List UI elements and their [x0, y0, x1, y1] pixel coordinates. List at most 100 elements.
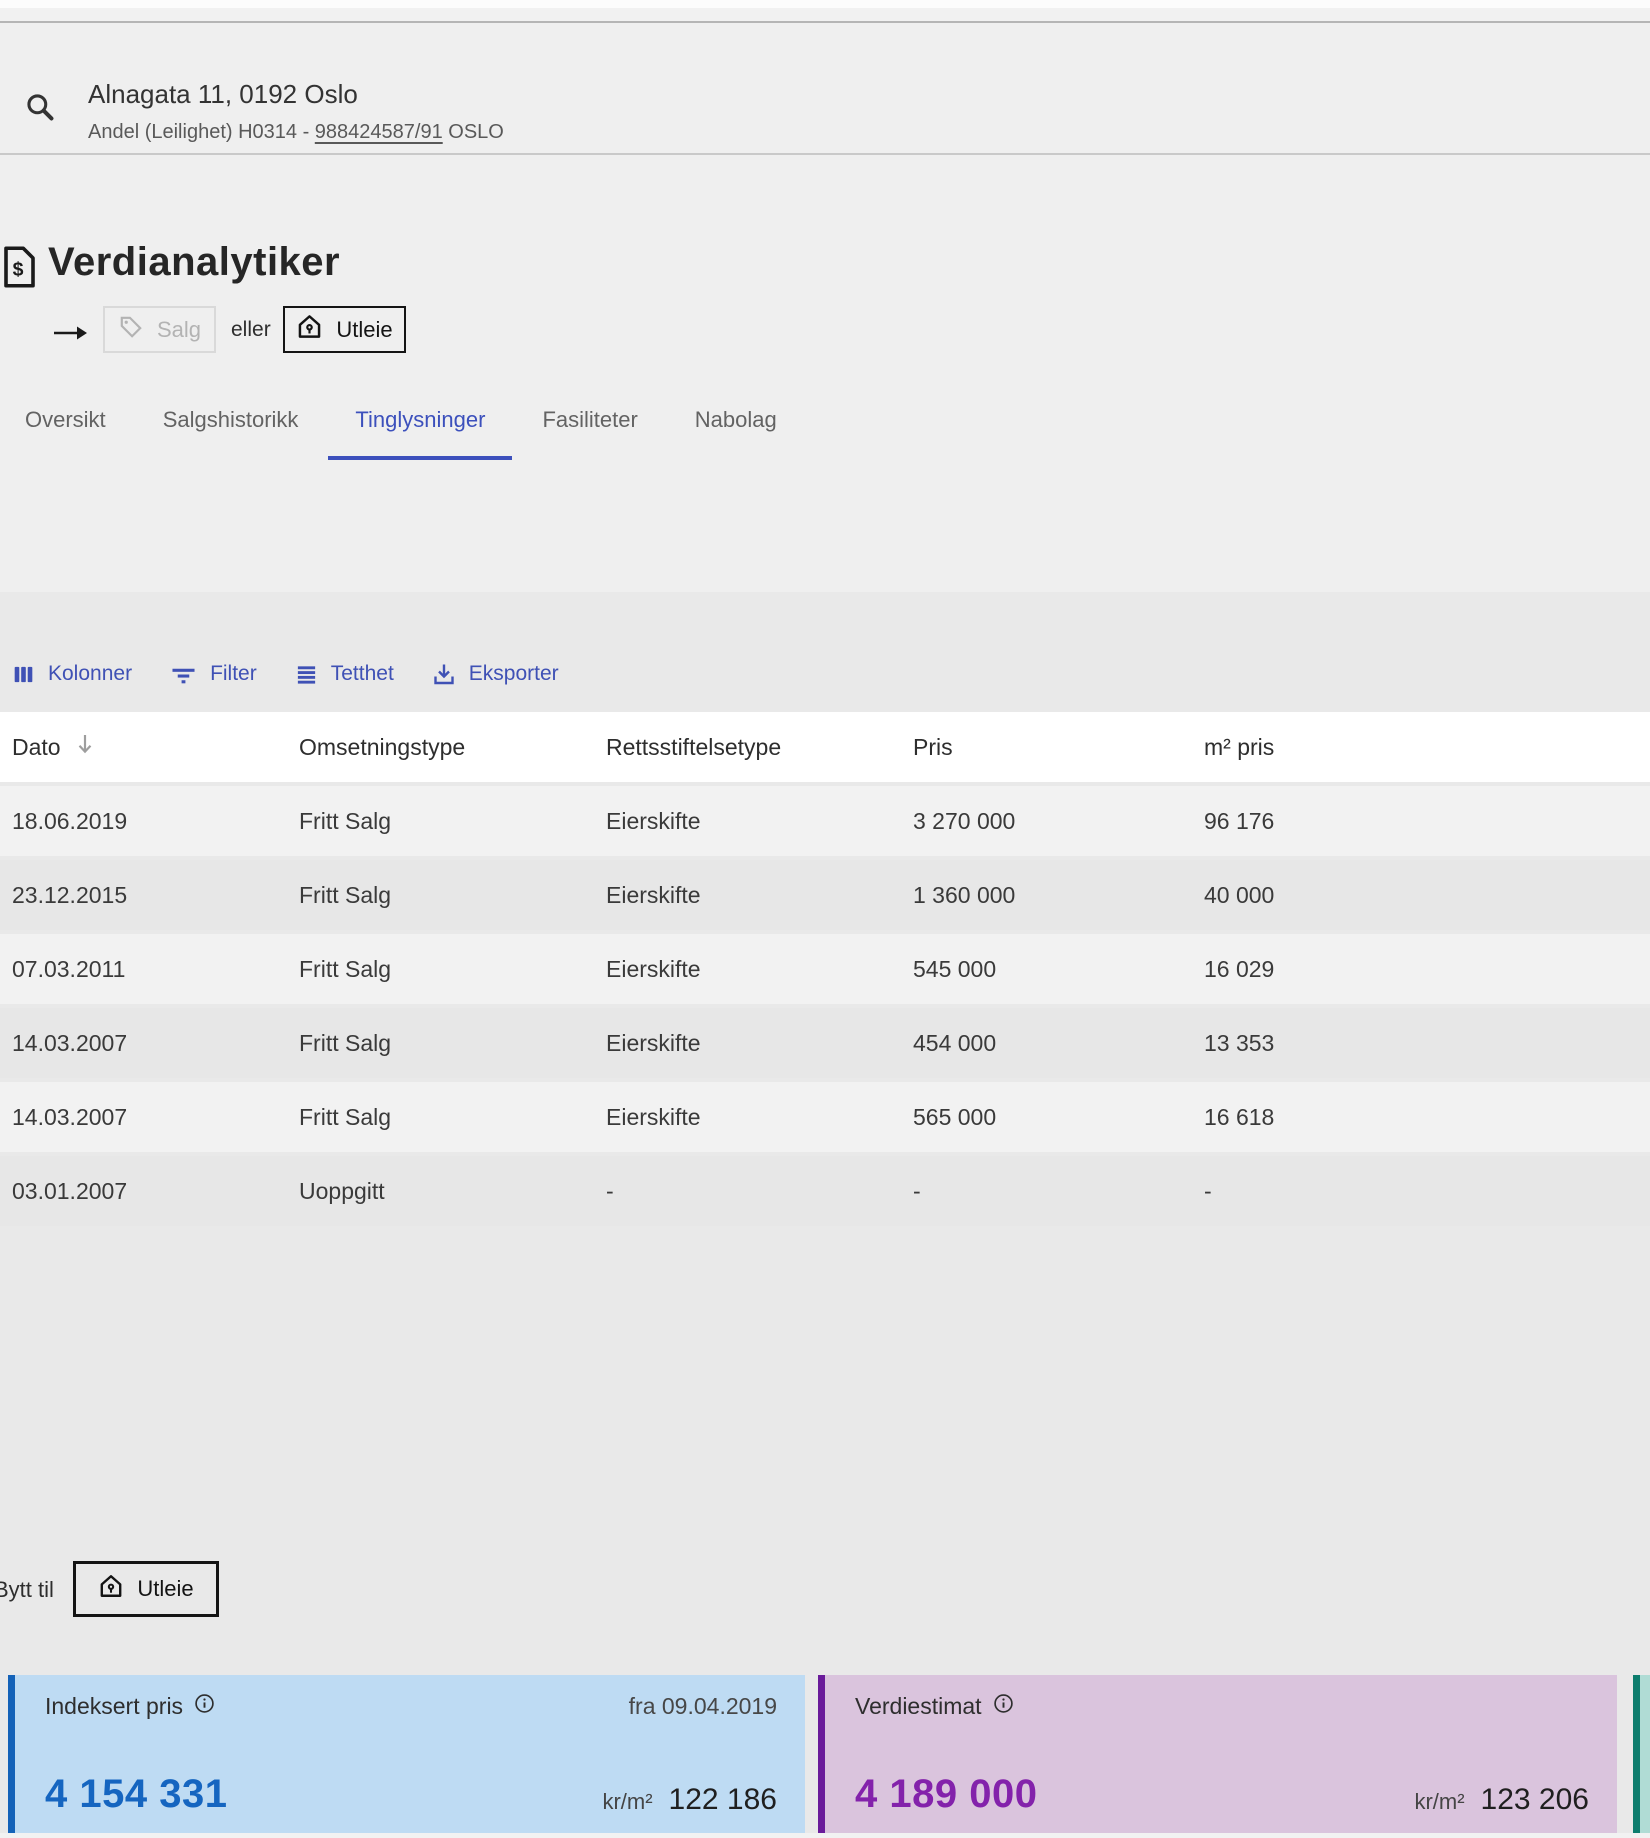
tab-oversikt[interactable]: Oversikt: [25, 406, 106, 434]
bottom-strip: [0, 1833, 1650, 1838]
tab-fasiliteter[interactable]: Fasiliteter: [542, 406, 637, 434]
table-cell: Eierskifte: [606, 808, 913, 835]
table-cell: 14.03.2007: [12, 1030, 299, 1057]
table-cell: 454 000: [913, 1030, 1204, 1057]
org-number-link[interactable]: 988424587/91: [315, 121, 443, 143]
table-header: Dato Omsetningstype Rettsstiftelsetype P…: [0, 712, 1650, 782]
table-cell: Eierskifte: [606, 1030, 913, 1057]
tag-icon: [118, 314, 144, 346]
table-row: 14.03.2007Fritt SalgEierskifte565 00016 …: [0, 1082, 1650, 1152]
indexed-price-unit: kr/m²: [602, 1789, 652, 1815]
column-header-pris[interactable]: Pris: [913, 734, 1204, 761]
tab-bar: Oversikt Salgshistorikk Tinglysninger Fa…: [25, 406, 777, 434]
table-cell: -: [606, 1178, 913, 1205]
indexed-price-value: 4 154 331: [45, 1772, 227, 1817]
home-icon: [296, 313, 323, 346]
density-button[interactable]: Tetthet: [295, 662, 394, 686]
value-estimate-unit: kr/m²: [1414, 1789, 1464, 1815]
value-estimate-per-m2: 123 206: [1481, 1783, 1589, 1817]
table-cell: 40 000: [1204, 882, 1650, 909]
table-cell: 16 618: [1204, 1104, 1650, 1131]
table-cell: Fritt Salg: [299, 956, 606, 983]
column-header-rettsstiftelsetype[interactable]: Rettsstiftelsetype: [606, 734, 913, 761]
value-estimate-card: Verdiestimat 4 189 000 kr/m² 123 206: [818, 1675, 1617, 1833]
property-type: Andel (Leilighet) H0314 -: [88, 121, 315, 143]
bytt-til-label: Bytt til: [0, 1577, 54, 1603]
table-cell: -: [913, 1178, 1204, 1205]
eller-label: eller: [231, 318, 271, 342]
table-cell: Uoppgitt: [299, 1178, 606, 1205]
table-cell: 16 029: [1204, 956, 1650, 983]
filter-icon: [170, 663, 197, 686]
tab-nabolag[interactable]: Nabolag: [695, 406, 777, 434]
table-cell: Fritt Salg: [299, 1030, 606, 1057]
table-cell: 03.01.2007: [12, 1178, 299, 1205]
search-icon: [24, 91, 56, 128]
export-button-label: Eksporter: [469, 662, 559, 686]
info-icon[interactable]: [993, 1693, 1014, 1720]
table-cell: 3 270 000: [913, 808, 1204, 835]
svg-text:$: $: [13, 258, 24, 280]
table-cell: 23.12.2015: [12, 882, 299, 909]
tab-tinglysninger[interactable]: Tinglysninger: [355, 406, 485, 434]
column-header-omsetningstype[interactable]: Omsetningstype: [299, 734, 606, 761]
export-button[interactable]: Eksporter: [432, 662, 559, 686]
table-cell: 565 000: [913, 1104, 1204, 1131]
columns-button[interactable]: Kolonner: [12, 662, 132, 686]
third-card-edge: [1633, 1675, 1650, 1833]
arrow-right-icon: [53, 324, 89, 347]
column-header-dato[interactable]: Dato: [12, 732, 299, 762]
home-icon: [98, 1573, 124, 1605]
table-cell: Eierskifte: [606, 882, 913, 909]
density-button-label: Tetthet: [331, 662, 394, 686]
page-title: Verdianalytiker: [48, 240, 340, 285]
property-city: OSLO: [443, 121, 504, 143]
utleie-button-label: Utleie: [336, 317, 392, 343]
value-analyzer-icon: $: [0, 246, 36, 293]
salg-toggle-button[interactable]: Salg: [103, 306, 216, 353]
footer-utleie-button[interactable]: Utleie: [73, 1561, 219, 1617]
table-cell: Fritt Salg: [299, 808, 606, 835]
table-row: 14.03.2007Fritt SalgEierskifte454 00013 …: [0, 1008, 1650, 1078]
value-estimate-label: Verdiestimat: [855, 1693, 982, 1720]
table-row: 23.12.2015Fritt SalgEierskifte1 360 0004…: [0, 860, 1650, 930]
indexed-price-date: fra 09.04.2019: [629, 1693, 777, 1720]
filter-button-label: Filter: [210, 662, 257, 686]
indexed-price-card: Indeksert pris fra 09.04.2019 4 154 331 …: [8, 1675, 805, 1833]
table-row: 18.06.2019Fritt SalgEierskifte3 270 0009…: [0, 786, 1650, 856]
top-band: [0, 8, 1650, 21]
table-row: 07.03.2011Fritt SalgEierskifte545 00016 …: [0, 934, 1650, 1004]
table-cell: 13 353: [1204, 1030, 1650, 1057]
search-bar[interactable]: Alnagata 11, 0192 Oslo Andel (Leilighet)…: [0, 23, 1650, 155]
table-cell: 18.06.2019: [12, 808, 299, 835]
salg-button-label: Salg: [157, 317, 201, 343]
download-icon: [432, 662, 456, 686]
table-cell: 96 176: [1204, 808, 1650, 835]
tab-salgshistorikk[interactable]: Salgshistorikk: [163, 406, 299, 434]
utleie-toggle-button[interactable]: Utleie: [283, 306, 406, 353]
column-header-m2-pris[interactable]: m² pris: [1204, 734, 1650, 761]
property-subtitle: Andel (Leilighet) H0314 - 988424587/91 O…: [88, 121, 504, 144]
table-cell: Fritt Salg: [299, 1104, 606, 1131]
table-cell: Fritt Salg: [299, 882, 606, 909]
property-address: Alnagata 11, 0192 Oslo: [88, 79, 358, 110]
filter-button[interactable]: Filter: [170, 662, 257, 686]
table-toolbar: Kolonner Filter Tetthet Eksporter: [12, 650, 559, 698]
value-estimate-value: 4 189 000: [855, 1772, 1037, 1817]
table-cell: -: [1204, 1178, 1650, 1205]
density-icon: [295, 663, 318, 686]
table-cell: Eierskifte: [606, 1104, 913, 1131]
sort-desc-icon: [75, 732, 95, 762]
indexed-price-label: Indeksert pris: [45, 1693, 183, 1720]
table-cell: 07.03.2011: [12, 956, 299, 983]
footer-utleie-label: Utleie: [137, 1576, 193, 1602]
columns-button-label: Kolonner: [48, 662, 132, 686]
info-icon[interactable]: [194, 1693, 215, 1720]
table-cell: 1 360 000: [913, 882, 1204, 909]
column-header-label: Dato: [12, 734, 61, 761]
top-strip: [0, 0, 1650, 8]
table-body: 18.06.2019Fritt SalgEierskifte3 270 0009…: [0, 786, 1650, 1230]
table-cell: 545 000: [913, 956, 1204, 983]
indexed-price-per-m2: 122 186: [669, 1783, 777, 1817]
table-cell: Eierskifte: [606, 956, 913, 983]
